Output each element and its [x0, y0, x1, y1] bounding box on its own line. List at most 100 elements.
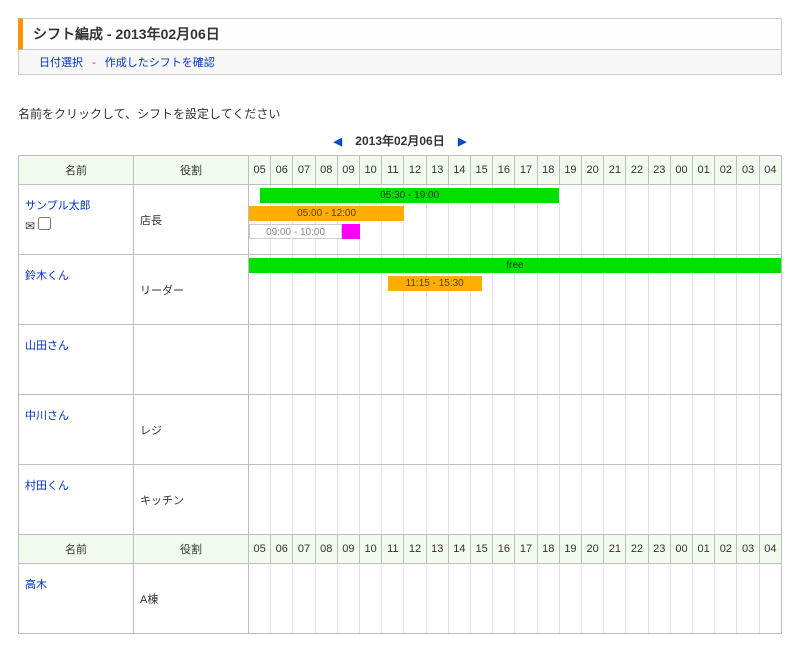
timeline-cell[interactable]: [249, 564, 782, 634]
table-row: 山田さん: [19, 325, 782, 395]
col-header-hour: 06: [271, 156, 293, 185]
col-header-hour: 09: [337, 535, 359, 564]
name-cell: 鈴木くん: [19, 255, 134, 325]
col-header-hour: 00: [670, 535, 692, 564]
col-header-hour: 22: [626, 535, 648, 564]
name-cell: 山田さん: [19, 325, 134, 395]
sub-nav: 日付選択 - 作成したシフトを確認: [18, 50, 782, 75]
col-header-hour: 00: [670, 156, 692, 185]
name-cell: サンプル太郎 ✉: [19, 185, 134, 255]
current-date-label: 2013年02月06日: [355, 134, 444, 148]
col-header-hour: 11: [382, 535, 404, 564]
role-cell: リーダー: [134, 255, 249, 325]
staff-name-link[interactable]: 鈴木くん: [25, 267, 69, 283]
col-header-hour: 01: [693, 535, 715, 564]
col-header-hour: 06: [271, 535, 293, 564]
col-header-hour: 07: [293, 156, 315, 185]
timeline-cell[interactable]: 05:30 - 19:00 05:00 - 12:00 09:00 - 10:00: [249, 185, 782, 255]
table-header-2: 名前役割050607080910111213141516171819202122…: [19, 535, 782, 564]
col-header-hour: 22: [626, 156, 648, 185]
col-header-hour: 05: [249, 535, 271, 564]
col-header-hour: 13: [426, 156, 448, 185]
table-row: 村田くんキッチン: [19, 465, 782, 535]
col-header-hour: 12: [404, 535, 426, 564]
role-cell: レジ: [134, 395, 249, 465]
col-header-hour: 16: [493, 535, 515, 564]
shift-bar[interactable]: 05:30 - 19:00: [260, 188, 559, 203]
table-header-1: 名前役割050607080910111213141516171819202122…: [19, 156, 782, 185]
col-header-hour: 15: [471, 156, 493, 185]
table-body-1: サンプル太郎 ✉ 店長 05:30 - 19:00 05:00 - 12:00 09:0…: [19, 185, 782, 535]
page-title: シフト編成 - 2013年02月06日: [18, 18, 782, 50]
name-cell: 村田くん: [19, 465, 134, 535]
col-header-name: 名前: [19, 535, 134, 564]
col-header-hour: 21: [604, 156, 626, 185]
table-row: 高木 A棟: [19, 564, 782, 634]
col-header-hour: 02: [715, 156, 737, 185]
col-header-hour: 23: [648, 535, 670, 564]
role-cell: [134, 325, 249, 395]
timeline-cell[interactable]: free 11:15 - 15:30: [249, 255, 782, 325]
col-header-hour: 19: [559, 535, 581, 564]
table-row: 中川さん レジ: [19, 395, 782, 465]
col-header-hour: 17: [515, 156, 537, 185]
shift-bar[interactable]: 05:00 - 12:00: [249, 206, 404, 221]
col-header-hour: 12: [404, 156, 426, 185]
col-header-role: 役割: [134, 535, 249, 564]
col-header-hour: 09: [337, 156, 359, 185]
prev-day-icon[interactable]: ◀: [323, 136, 351, 148]
col-header-hour: 14: [448, 535, 470, 564]
col-header-hour: 16: [493, 156, 515, 185]
col-header-hour: 21: [604, 535, 626, 564]
timeline-cell[interactable]: [249, 465, 782, 535]
timeline-cell[interactable]: [249, 395, 782, 465]
next-day-icon[interactable]: ▶: [448, 136, 476, 148]
row-checkbox[interactable]: [38, 217, 51, 230]
role-cell: 店長: [134, 185, 249, 255]
date-navigator: ◀ 2013年02月06日 ▶: [18, 132, 782, 149]
col-header-hour: 17: [515, 535, 537, 564]
staff-name-link[interactable]: 山田さん: [25, 337, 69, 353]
col-header-hour: 08: [315, 535, 337, 564]
col-header-hour: 04: [759, 535, 781, 564]
mail-icon[interactable]: ✉: [25, 219, 35, 233]
col-header-hour: 15: [471, 535, 493, 564]
staff-name-link[interactable]: 高木: [25, 576, 47, 592]
shift-bar[interactable]: [342, 224, 360, 239]
col-header-role: 役割: [134, 156, 249, 185]
col-header-hour: 04: [759, 156, 781, 185]
table-body-2: 高木 A棟: [19, 564, 782, 634]
shift-bar[interactable]: free: [249, 258, 781, 273]
col-header-name: 名前: [19, 156, 134, 185]
col-header-hour: 20: [582, 535, 604, 564]
col-header-hour: 07: [293, 535, 315, 564]
shift-table: 名前役割050607080910111213141516171819202122…: [18, 155, 782, 634]
name-cell: 高木: [19, 564, 134, 634]
staff-name-link[interactable]: サンプル太郎: [25, 197, 91, 213]
name-cell: 中川さん: [19, 395, 134, 465]
col-header-hour: 08: [315, 156, 337, 185]
col-header-hour: 11: [382, 156, 404, 185]
instruction-text: 名前をクリックして、シフトを設定してください: [18, 105, 782, 122]
col-header-hour: 23: [648, 156, 670, 185]
nav-confirm-shift[interactable]: 作成したシフトを確認: [105, 57, 215, 69]
shift-bar[interactable]: 11:15 - 15:30: [388, 276, 482, 291]
role-cell: A棟: [134, 564, 249, 634]
shift-bar[interactable]: 09:00 - 10:00: [249, 224, 342, 239]
staff-name-link[interactable]: 中川さん: [25, 407, 69, 423]
col-header-hour: 02: [715, 535, 737, 564]
table-row: サンプル太郎 ✉ 店長 05:30 - 19:00 05:00 - 12:00 09:0…: [19, 185, 782, 255]
col-header-hour: 20: [582, 156, 604, 185]
nav-date-select[interactable]: 日付選択: [39, 57, 83, 69]
col-header-hour: 10: [360, 535, 382, 564]
col-header-hour: 14: [448, 156, 470, 185]
staff-name-link[interactable]: 村田くん: [25, 477, 69, 493]
col-header-hour: 18: [537, 156, 559, 185]
nav-separator: -: [92, 57, 96, 69]
timeline-cell[interactable]: [249, 325, 782, 395]
col-header-hour: 18: [537, 535, 559, 564]
table-row: 鈴木くん リーダーfree 11:15 - 15:30: [19, 255, 782, 325]
col-header-hour: 03: [737, 535, 759, 564]
col-header-hour: 03: [737, 156, 759, 185]
col-header-hour: 10: [360, 156, 382, 185]
